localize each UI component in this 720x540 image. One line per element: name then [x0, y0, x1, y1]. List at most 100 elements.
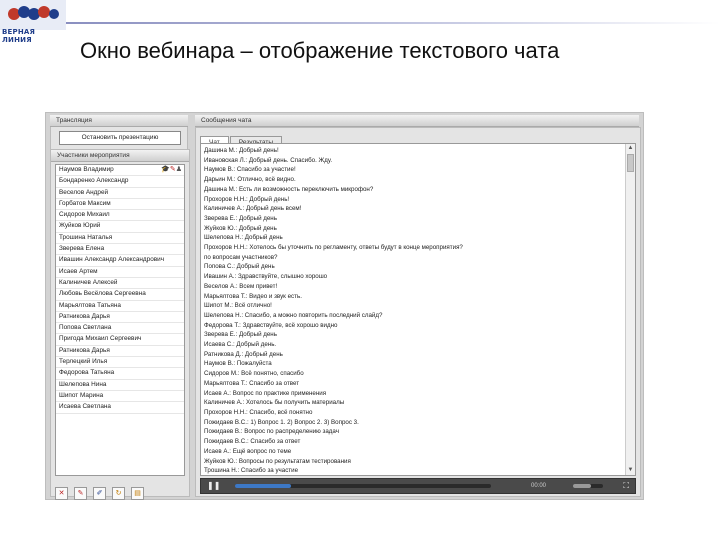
participant-name: Веселов Андрей	[59, 188, 109, 196]
chat-message: Трошина Н.: Спасибо за участие	[204, 467, 299, 475]
chat-message: Дашина М.: Есть ли возможность переключи…	[204, 185, 374, 193]
participant-row[interactable]: Жуйков Юрий	[56, 221, 184, 233]
fullscreen-icon[interactable]: ⛶	[623, 482, 629, 490]
participant-row[interactable]: Исаев Артем	[56, 267, 184, 278]
refresh-icon[interactable]: ↻	[112, 487, 125, 500]
scroll-up-icon[interactable]: ▲	[627, 145, 634, 152]
chat-message: Марьялтова Т.: Видео и звук есть.	[204, 292, 302, 300]
playback-progress-fill	[235, 484, 292, 488]
chat-message: Калиничев А.: Добрый день всем!	[204, 205, 302, 213]
participants-panel: Участники мероприятия Наумов Владимир 🎓✎…	[50, 149, 190, 500]
chat-message: Ивашин А.: Здравствуйте, слышно хорошо	[204, 273, 328, 281]
participant-row[interactable]: Веселов Андрей	[56, 188, 184, 199]
playback-progress[interactable]	[235, 484, 491, 488]
participants-toolbar: ✕ ✎ ✐ ↻ ▤	[55, 482, 150, 500]
remove-user-icon[interactable]: ✕	[55, 487, 68, 500]
pencil-icon[interactable]: ✐	[93, 487, 106, 500]
presentation-panel: Остановить презентацию	[50, 127, 188, 150]
participant-row[interactable]: Наумов Владимир 🎓✎♟	[56, 165, 184, 177]
participant-row[interactable]: Исаева Светлана	[56, 402, 184, 414]
participant-row[interactable]: Пригода Михаил Сергеевич	[56, 334, 184, 346]
participant-row[interactable]: Бондаренко Александр	[56, 176, 184, 188]
participant-name: Сидоров Михаил	[59, 211, 110, 219]
participant-row[interactable]: Трошина Наталья	[56, 233, 184, 245]
header-divider	[66, 22, 720, 24]
chat-message: Наумов В.: Пожалуйста	[204, 360, 272, 368]
chat-messages[interactable]: Дашина М.: Добрый день! Ивановская Л.: До…	[200, 143, 636, 476]
participants-panel-header: Участники мероприятия	[51, 150, 189, 162]
chat-message: Пожидаев В.С.: Спасибо за ответ	[204, 438, 301, 446]
person-icon[interactable]: ♟	[176, 166, 182, 173]
chat-message: Шипот М.: Всё отлично!	[204, 302, 272, 310]
stop-presentation-button[interactable]: Остановить презентацию	[59, 131, 181, 145]
pause-icon[interactable]: ❚❚	[207, 482, 220, 490]
participant-row[interactable]: Федорова Татьяна	[56, 368, 184, 380]
chat-message: Прохоров Н.Н.: Спасибо, всё понятно	[204, 408, 313, 416]
chat-tabs: ЧатРезультаты	[200, 131, 283, 149]
scroll-down-icon[interactable]: ▼	[627, 467, 634, 474]
chat-message: Шелепова Н.: Спасибо, а можно повторить …	[204, 311, 383, 319]
slide-title: Окно вебинара – отображение текстового ч…	[80, 38, 560, 63]
participant-row[interactable]: Ивашин Александр Александрович	[56, 255, 184, 267]
participant-name: Трошина Наталья	[59, 233, 113, 241]
participant-name: Зверева Елена	[59, 245, 105, 253]
logo-emblem-icon	[0, 0, 66, 30]
chat-scrollbar[interactable]: ▲ ▼	[625, 144, 635, 475]
hat-icon[interactable]: 🎓	[161, 166, 170, 173]
participant-row[interactable]: Шелепова Нина	[56, 380, 184, 391]
participant-row[interactable]: Любовь Весёлова Сергеевна	[56, 289, 184, 301]
volume-fill	[573, 484, 591, 488]
participant-name: Терлецкий Илья	[59, 358, 108, 366]
participant-row[interactable]: Сидоров Михаил	[56, 210, 184, 222]
participant-name: Любовь Весёлова Сергеевна	[59, 290, 146, 298]
participants-list: Наумов Владимир 🎓✎♟ Бондаренко Александр…	[55, 164, 185, 476]
chat-message: Марьялтова Т.: Спасибо за ответ	[204, 379, 300, 387]
message-list: Дашина М.: Добрый день! Ивановская Л.: До…	[204, 146, 622, 475]
participant-name: Бондаренко Александр	[59, 177, 129, 185]
edit-icon[interactable]: ✎	[74, 487, 87, 500]
participant-name: Федорова Татьяна	[59, 369, 115, 377]
chat-message: Жуйков Ю.: Добрый день	[204, 224, 277, 232]
webinar-window: Трансляция Остановить презентацию Участн…	[45, 112, 644, 500]
chat-area: ЧатРезультаты Дашина М.: Добрый день! Ива…	[195, 127, 641, 497]
chat-message: Веселов А.: Всем привет!	[204, 282, 278, 290]
chat-message: Пожидаев В.: Вопрос по распределению зад…	[204, 428, 339, 436]
chat-message: Пожидаев В.С.: 1) Вопрос 1. 2) Вопрос 2.…	[204, 418, 359, 426]
chat-panel: Сообщения чата ЧатРезультаты Дашина М.: …	[195, 115, 641, 497]
participant-name: Горбатов Максим	[59, 199, 111, 207]
chat-message: Ивановская Л.: Добрый день. Спасибо. Жду…	[204, 156, 333, 164]
scroll-thumb[interactable]	[627, 154, 634, 172]
participant-name: Жуйков Юрий	[59, 222, 101, 230]
participant-row[interactable]: Зверева Елена	[56, 244, 184, 256]
chat-message: Жуйков Ю.: Вопросы по результатам тестир…	[204, 457, 351, 465]
volume-slider[interactable]	[573, 484, 603, 488]
participant-name: Марьялтова Татьяна	[59, 301, 121, 309]
participant-row[interactable]: Марьялтова Татьяна	[56, 301, 184, 312]
chat-message: Дарьин М.: Отлично, всё видно.	[204, 176, 296, 184]
chat-message: Калиничев А.: Хотелось бы получить матер…	[204, 399, 345, 407]
chat-message: Исаев А.: Ещё вопрос по теме	[204, 447, 292, 455]
chat-message: Зверева Е.: Добрый день	[204, 331, 277, 339]
participant-name: Шипот Марина	[59, 391, 104, 399]
participant-row[interactable]: Калиничев Алексей	[56, 278, 184, 290]
participant-row[interactable]: Ратникова Дарья	[56, 346, 184, 358]
playback-time: 00:00	[531, 483, 547, 489]
participant-row[interactable]: Горбатов Максим	[56, 199, 184, 211]
participant-row[interactable]: Попова Светлана	[56, 323, 184, 335]
chat-message: Прохоров Н.Н.: Хотелось бы уточнить по р…	[204, 244, 463, 252]
chat-message: Исаева С.: Добрый день.	[204, 341, 277, 349]
presentation-panel-header: Трансляция	[50, 115, 188, 127]
chat-message: Попова С.: Добрый день	[204, 263, 275, 271]
participant-row[interactable]: Терлецкий Илья	[56, 357, 184, 369]
participant-row[interactable]: Ратникова Дарья	[56, 312, 184, 324]
chat-message: Зверева Е.: Добрый день	[204, 214, 277, 222]
chat-message: по вопросам участников?	[204, 253, 278, 261]
chat-message: Сидоров М.: Всё понятно, спасибо	[204, 370, 304, 378]
playback-bar: ❚❚ 00:00 ⛶	[200, 478, 636, 494]
participant-name: Ратникова Дарья	[59, 312, 110, 320]
chat-panel-header: Сообщения чата	[195, 115, 639, 127]
doc-icon[interactable]: ▤	[131, 487, 144, 500]
participant-row[interactable]: Шипот Марина	[56, 391, 184, 403]
chat-message: Шелепова Н.: Добрый день	[204, 234, 283, 242]
participant-name: Исаева Светлана	[59, 403, 111, 411]
